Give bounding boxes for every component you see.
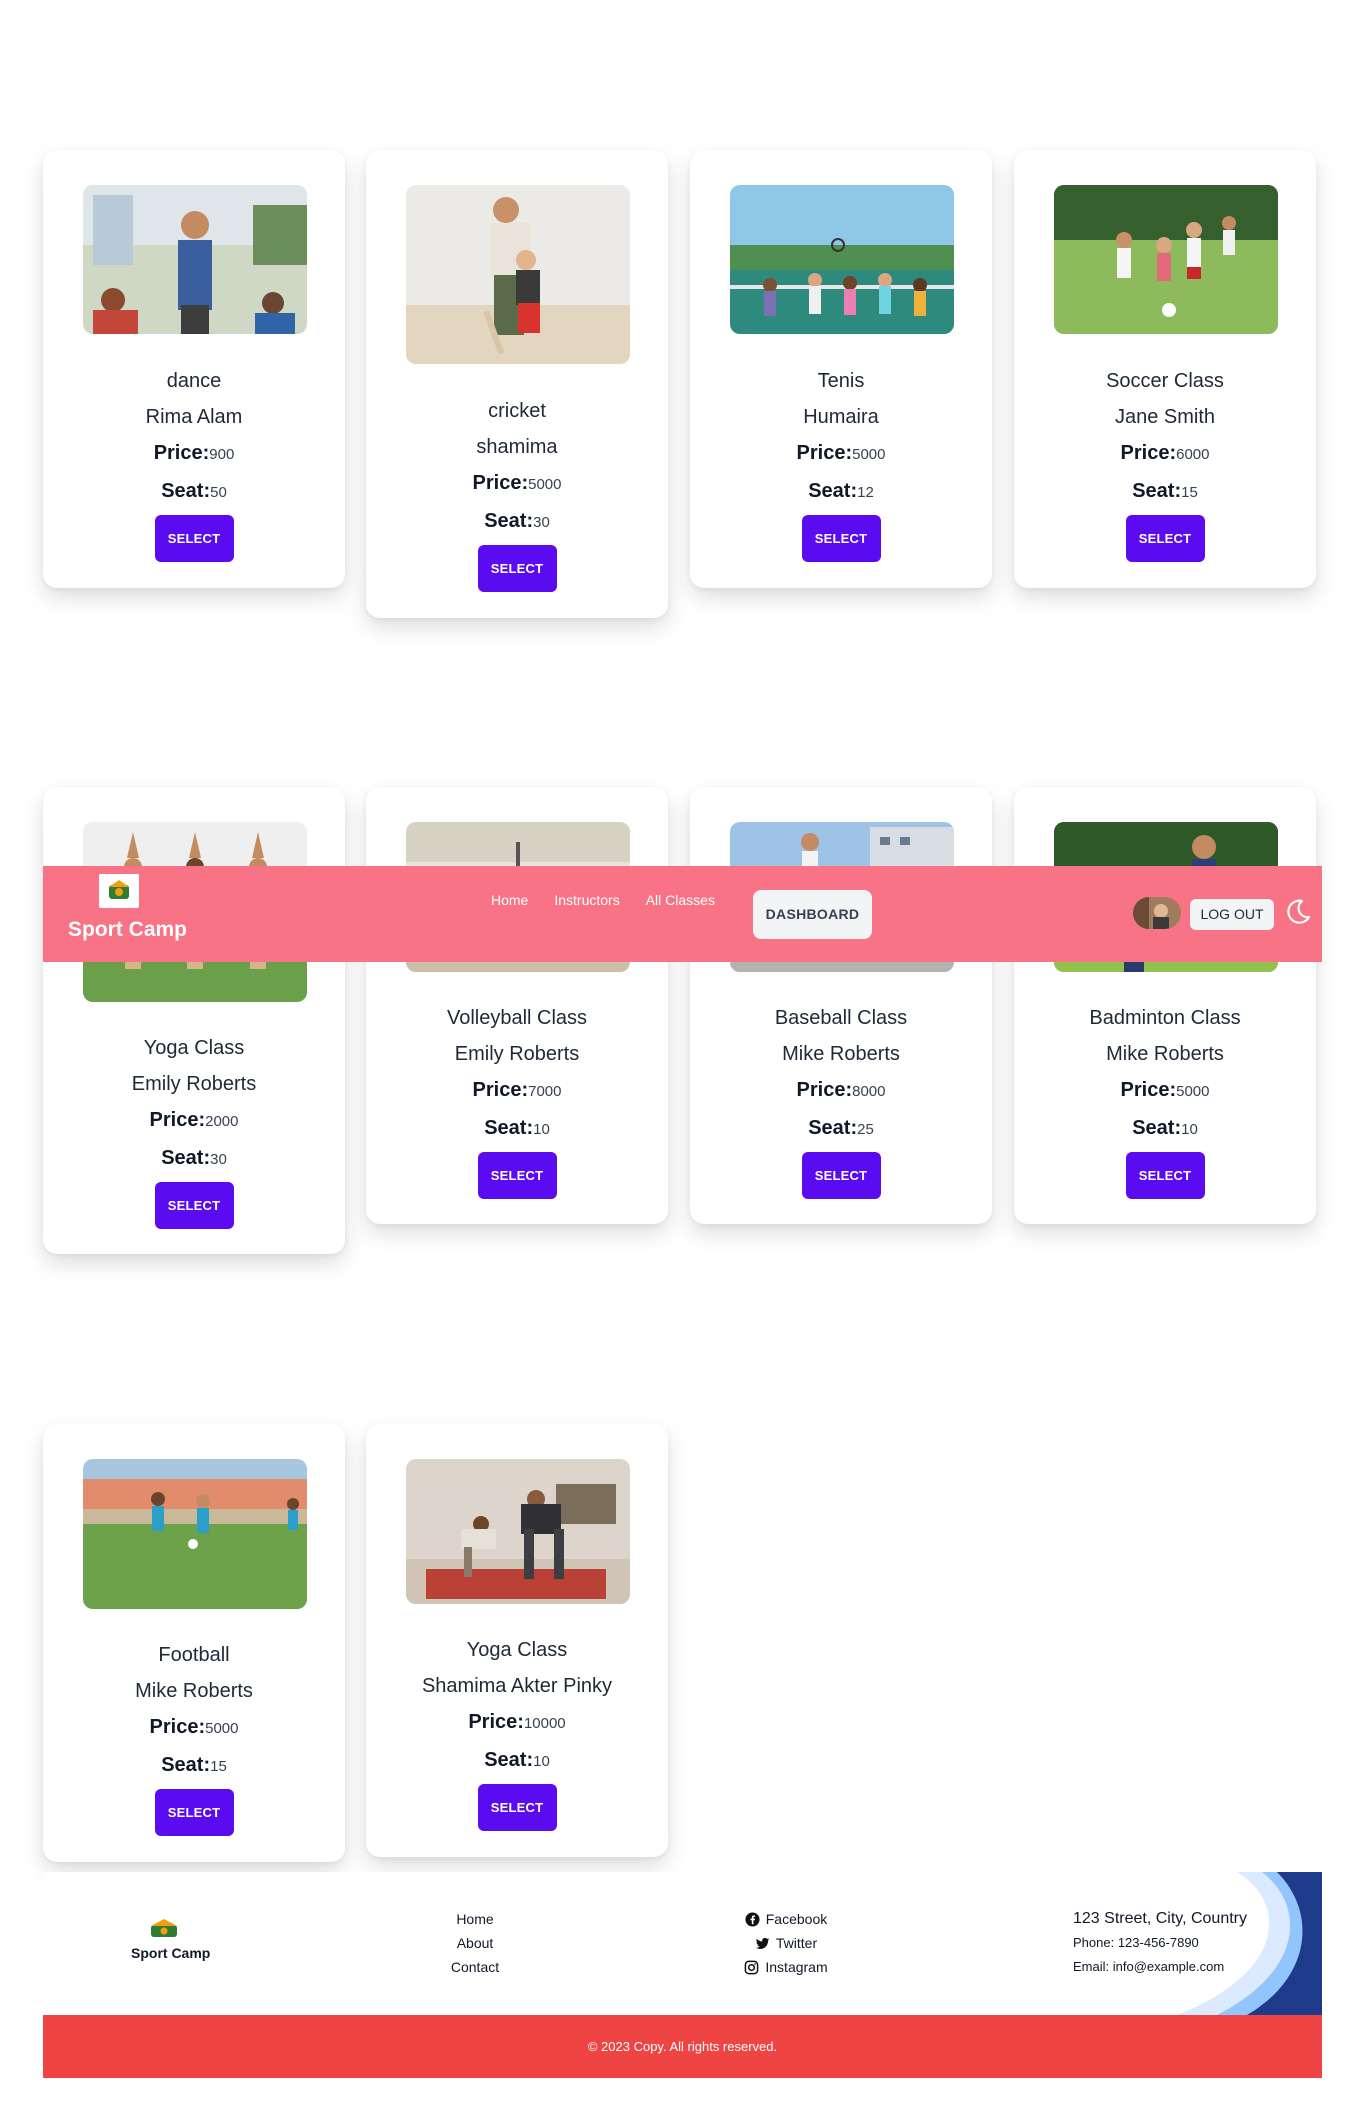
class-card: Baseball Class Mike Roberts Price:8000 S… [690, 787, 992, 1224]
class-card: Tenis Humaira Price:5000 Seat:12 SELECT [690, 150, 992, 588]
logout-button[interactable]: LOG OUT [1190, 899, 1274, 930]
class-seats: Seat:12 [808, 480, 874, 502]
class-seats: Seat:30 [161, 1147, 227, 1169]
select-button[interactable]: SELECT [154, 1789, 234, 1836]
nav-links: Home Instructors All Classes [491, 892, 741, 908]
class-seats: Seat:10 [1132, 1117, 1198, 1139]
social-twitter[interactable]: Twitter [726, 1931, 846, 1955]
select-button[interactable]: SELECT [477, 1784, 557, 1831]
class-seats: Seat:50 [161, 480, 227, 502]
footer-social: Facebook Twitter Instagram [726, 1907, 846, 1979]
class-image [406, 1459, 630, 1604]
class-card: Volleyball Class Emily Roberts Price:700… [366, 787, 668, 1224]
class-instructor: Jane Smith [1114, 406, 1216, 428]
class-price: Price:10000 [468, 1711, 566, 1733]
avatar[interactable] [1133, 897, 1181, 929]
navbar: Sport Camp Home Instructors All Classes … [43, 866, 1322, 962]
footer-wave-decoration [1177, 1872, 1322, 2015]
footer-links: Home About Contact [440, 1907, 510, 1979]
class-image [83, 1459, 307, 1609]
select-button[interactable]: SELECT [1125, 515, 1205, 562]
class-title: Tenis [817, 370, 865, 392]
select-button[interactable]: SELECT [154, 1182, 234, 1229]
class-price: Price:7000 [472, 1079, 562, 1101]
class-seats: Seat:10 [484, 1749, 550, 1771]
class-instructor: Mike Roberts [135, 1680, 253, 1702]
class-image [1054, 185, 1278, 334]
class-title: Football [158, 1644, 230, 1666]
class-title: Volleyball Class [446, 1007, 588, 1029]
select-button[interactable]: SELECT [801, 1152, 881, 1199]
class-image [83, 185, 307, 334]
class-card: dance Rima Alam Price:900 Seat:50 SELECT [43, 150, 345, 588]
class-image [406, 185, 630, 364]
social-label: Instagram [765, 1959, 828, 1975]
class-price: Price:2000 [149, 1109, 239, 1131]
social-label: Facebook [765, 1911, 828, 1927]
social-label: Twitter [775, 1935, 818, 1951]
class-instructor: Shamima Akter Pinky [421, 1675, 613, 1697]
footer-link-home[interactable]: Home [440, 1907, 510, 1931]
nav-link-home[interactable]: Home [491, 892, 528, 908]
social-instagram[interactable]: Instagram [726, 1955, 846, 1979]
class-instructor: Mike Roberts [782, 1043, 900, 1065]
class-seats: Seat:10 [484, 1117, 550, 1139]
moon-icon[interactable] [1283, 897, 1313, 927]
class-title: Yoga Class [143, 1037, 245, 1059]
class-instructor: shamima [476, 436, 558, 458]
brand-name[interactable]: Sport Camp [68, 918, 187, 942]
social-facebook[interactable]: Facebook [726, 1907, 846, 1931]
class-card: cricket shamima Price:5000 Seat:30 SELEC… [366, 150, 668, 618]
copyright-bar: © 2023 Copy. All rights reserved. [43, 2015, 1322, 2078]
select-button[interactable]: SELECT [477, 1152, 557, 1199]
class-card: Badminton Class Mike Roberts Price:5000 … [1014, 787, 1316, 1224]
class-image [730, 185, 954, 334]
instagram-icon [745, 1960, 759, 1974]
class-seats: Seat:15 [161, 1754, 227, 1776]
class-seats: Seat:30 [484, 510, 550, 532]
class-instructor: Mike Roberts [1106, 1043, 1224, 1065]
class-price: Price:5000 [1120, 1079, 1210, 1101]
class-title: cricket [488, 400, 546, 422]
class-title: dance [166, 370, 222, 392]
class-title: Badminton Class [1089, 1007, 1241, 1029]
class-price: Price:6000 [1120, 442, 1210, 464]
footer-link-about[interactable]: About [440, 1931, 510, 1955]
class-instructor: Rima Alam [145, 406, 243, 428]
class-instructor: Emily Roberts [131, 1073, 257, 1095]
select-button[interactable]: SELECT [1125, 1152, 1205, 1199]
class-card: Yoga Class Emily Roberts Price:2000 Seat… [43, 787, 345, 1254]
class-price: Price:8000 [796, 1079, 886, 1101]
class-seats: Seat:15 [1132, 480, 1198, 502]
class-card: Football Mike Roberts Price:5000 Seat:15… [43, 1424, 345, 1862]
facebook-icon [745, 1911, 760, 1927]
nav-link-instructors[interactable]: Instructors [554, 892, 619, 908]
class-price: Price:5000 [796, 442, 886, 464]
footer-brand: Sport Camp [131, 1945, 211, 1961]
class-title: Soccer Class [1106, 370, 1224, 392]
footer: Sport Camp Home About Contact Facebook T… [43, 1872, 1322, 2015]
class-card: Yoga Class Shamima Akter Pinky Price:100… [366, 1424, 668, 1857]
class-seats: Seat:25 [808, 1117, 874, 1139]
select-button[interactable]: SELECT [801, 515, 881, 562]
class-price: Price:5000 [149, 1716, 239, 1738]
footer-link-contact[interactable]: Contact [440, 1955, 510, 1979]
footer-logo [147, 1919, 181, 1939]
class-instructor: Emily Roberts [454, 1043, 580, 1065]
dashboard-button[interactable]: DASHBOARD [753, 890, 872, 939]
class-card: Soccer Class Jane Smith Price:6000 Seat:… [1014, 150, 1316, 588]
class-price: Price:5000 [472, 472, 562, 494]
select-button[interactable]: SELECT [154, 515, 234, 562]
select-button[interactable]: SELECT [477, 545, 557, 592]
class-title: Yoga Class [466, 1639, 568, 1661]
class-instructor: Humaira [803, 406, 879, 428]
class-price: Price:900 [153, 442, 235, 464]
class-title: Baseball Class [774, 1007, 908, 1029]
twitter-icon [755, 1937, 770, 1949]
brand-logo[interactable] [99, 874, 139, 908]
nav-link-all-classes[interactable]: All Classes [646, 892, 715, 908]
